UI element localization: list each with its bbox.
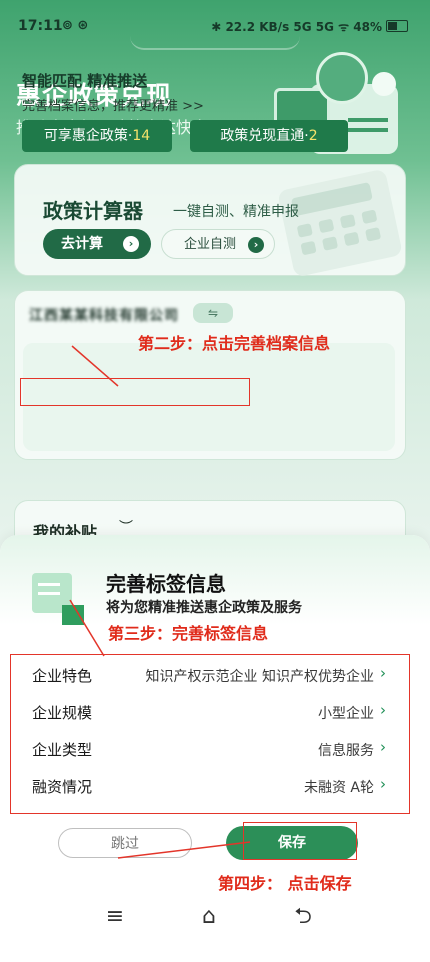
status-time: 17:11 [18,18,63,34]
policy-redemption-button[interactable]: 政策兑现直通·2 [190,120,348,152]
policy-calculator-card[interactable]: 政策计算器 一键自测、精准申报 去计算 › 企业自测 › [14,164,406,278]
network-icon [316,52,368,104]
annotation-step-2: 第二步：点击完善档案信息 [138,334,331,353]
sheet-subtitle: 将为您精准推送惠企政策及服务 [106,600,302,616]
switch-company-icon[interactable]: ⇋ [193,303,233,323]
skip-button[interactable]: 跳过 [58,828,192,858]
annotation-box-tag-rows [10,654,410,814]
available-policies-count: 14 [132,128,151,144]
back-icon[interactable]: ⮌ [288,905,318,929]
go-calculate-button[interactable]: 去计算 › [43,229,151,259]
policy-redemption-label: 政策兑现直通· [220,128,309,144]
system-nav-bar: ≡ ⌂ ⮌ [0,895,430,945]
calculator-subtitle: 一键自测、精准申报 [173,204,299,220]
available-policies-label: 可享惠企政策· [43,128,133,144]
annotation-box-save [243,822,357,860]
home-icon[interactable]: ⌂ [194,905,224,929]
annotation-box-profile-link [20,378,250,406]
company-name: 江西某某科技有限公司 [29,308,179,324]
annotation-step-4: 第四步： 点击保存 [218,874,352,893]
annotation-step-3: 第三步：完善标签信息 [108,624,269,643]
match-title: 智能匹配 精准推送 [22,72,148,90]
self-test-label: 企业自测 [184,237,237,252]
status-bar: 17:11 ⊚ ⊛ ✱ 22.2 KB/s 5G 5G ᯤ 48% [0,0,430,50]
go-calculate-label: 去计算 [61,236,103,252]
arrow-right-icon: › [123,236,139,252]
policy-redemption-count: 2 [308,128,318,144]
status-app-icons: ⊚ ⊛ [62,18,89,33]
sheet-title: 完善标签信息 [106,572,226,596]
document-icon [32,573,84,625]
calculator-icon [277,168,403,278]
calculator-title: 政策计算器 [43,199,143,223]
arrow-right-icon: › [248,237,264,253]
available-policies-button[interactable]: 可享惠企政策·14 [22,120,172,152]
complete-profile-link[interactable]: 完善档案信息，推荐更精准 >> [22,95,204,114]
smart-match-card: 江西某某科技有限公司 ⇋ [14,290,406,460]
menu-icon[interactable]: ≡ [100,905,130,929]
pen-icon [372,72,396,96]
self-test-button[interactable]: 企业自测 › [161,229,275,259]
battery-icon [386,20,408,32]
document-lines [348,118,388,122]
status-indicators: ✱ 22.2 KB/s 5G 5G ᯤ 48% [211,20,382,34]
status-right: ✱ 22.2 KB/s 5G 5G ᯤ 48% [211,18,408,35]
eye-closed-icon[interactable]: ︶ [119,517,133,537]
